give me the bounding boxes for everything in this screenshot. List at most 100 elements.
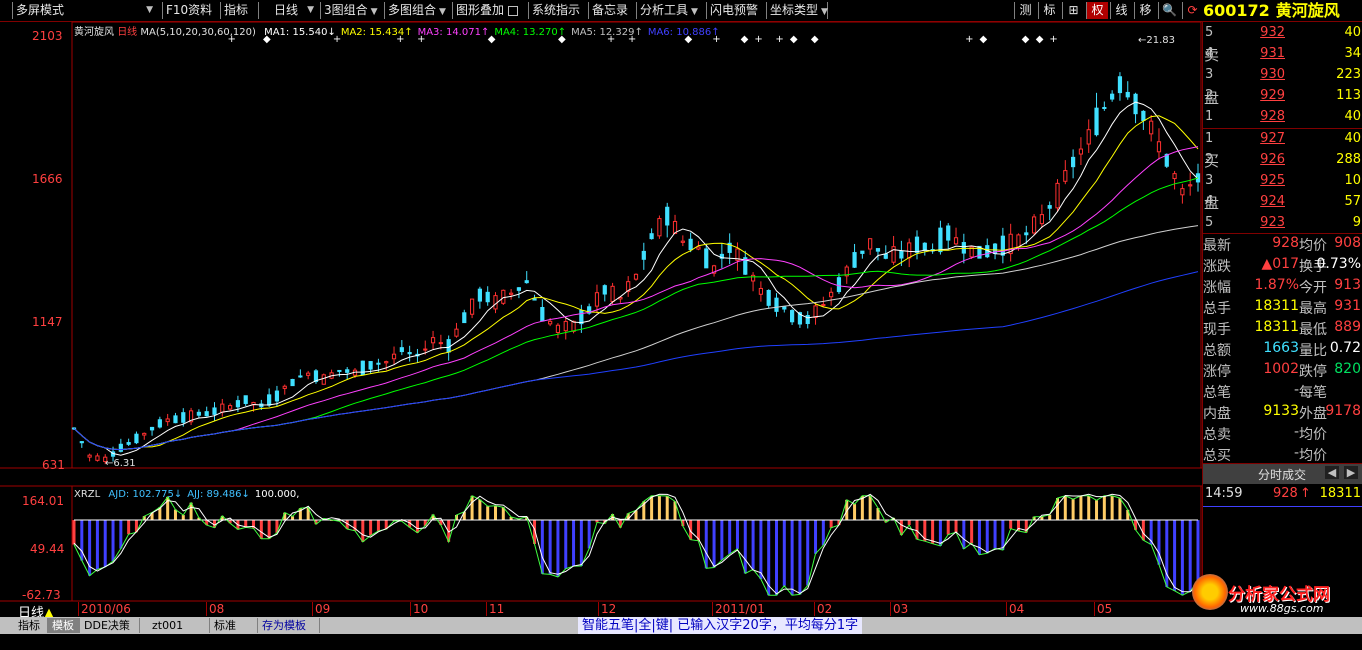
candle-body xyxy=(1172,173,1177,180)
line-button[interactable]: 线 xyxy=(1110,2,1132,19)
order-book-row[interactable]: 2 929 113 xyxy=(1203,86,1362,107)
order-book-row[interactable]: 2 926 288 xyxy=(1203,150,1362,171)
ma-legend-item: MA4: 13.270↑ xyxy=(494,27,567,38)
order-level: 3 xyxy=(1205,67,1214,82)
x-tick-label: 2011/01 xyxy=(712,602,765,616)
toolbar-multichart-combo[interactable]: 多图组合 ▼ xyxy=(384,2,450,19)
toolbar-multiscreen-mode[interactable]: 多屏模式 ▼ xyxy=(12,2,157,19)
toolbar-analysis-tools[interactable]: 分析工具 ▼ xyxy=(636,2,704,19)
stat-value: 913 xyxy=(1334,277,1361,293)
ma-line xyxy=(73,146,1199,451)
candle-body xyxy=(610,285,615,302)
toolbar-f10-button[interactable]: F10资料 xyxy=(162,2,216,19)
order-price: 927 xyxy=(1260,131,1285,146)
kline-chart[interactable]: + ◆ + + + ◆ ◆ + + ◆ + ◆ + + ◆ ◆ + ◆ ◆ ◆ + xyxy=(0,21,1202,621)
toolbar-indicator-button[interactable]: 指标 xyxy=(220,2,254,19)
order-book-row[interactable]: 3 930 223 xyxy=(1203,65,1362,86)
chart-period: 日线 xyxy=(117,27,138,38)
toolbar-memo-button[interactable]: 备忘录 xyxy=(588,2,634,19)
signal-marker: + xyxy=(775,34,783,45)
tab-indicator[interactable]: 指标 xyxy=(14,618,48,633)
candle-body xyxy=(680,240,685,243)
toolbar-label: 闪电预警 xyxy=(710,3,759,17)
toolbar-label: 多图组合 xyxy=(388,3,437,17)
candle-body xyxy=(149,426,155,431)
toolbar-flash-alert[interactable]: 闪电预警 xyxy=(706,2,764,19)
tick-panel-title: 分时成交 xyxy=(1258,468,1307,482)
candle-body xyxy=(774,297,779,312)
order-volume: 223 xyxy=(1336,67,1361,82)
candle-body xyxy=(290,378,295,387)
indicator-bar xyxy=(650,495,654,521)
order-price: 929 xyxy=(1260,88,1285,103)
order-book-row[interactable]: 1 928 40 xyxy=(1203,107,1362,128)
refresh-icon[interactable]: ⟳ xyxy=(1182,2,1202,19)
signal-marker: + xyxy=(754,34,762,45)
candle-body xyxy=(750,274,756,282)
tick-row: 14:59 928 ↑ 18311 xyxy=(1203,486,1362,506)
stat-label: 涨跌 xyxy=(1203,259,1231,275)
tab-zt001[interactable]: zt001 xyxy=(140,618,210,633)
indicator-bar xyxy=(946,520,950,535)
tab-save-template[interactable]: 存为模板 xyxy=(258,618,320,633)
indicator-legend: XRZL AJD: 102.775↓ AJJ: 89.486↓ 100.000, xyxy=(74,489,299,500)
tab-label: DDE决策 xyxy=(84,619,130,632)
high-price-value: 21.83 xyxy=(1146,35,1176,46)
toolbar-period-select[interactable]: 日线 ▼ xyxy=(258,2,318,19)
order-level: 2 xyxy=(1205,152,1214,167)
stat-value: 820 xyxy=(1334,361,1361,377)
indicator-bar xyxy=(1180,520,1184,596)
tab-dde[interactable]: DDE决策 ▼ xyxy=(80,618,140,647)
candle-body xyxy=(1110,93,1115,100)
order-price: 931 xyxy=(1260,46,1285,61)
indicator-lines xyxy=(73,493,1199,596)
candle-body xyxy=(321,374,326,385)
toolbar-3chart-combo[interactable]: 3图组合 ▼ xyxy=(320,2,382,19)
indicator-bar xyxy=(1071,499,1075,521)
order-book-row[interactable]: 4 931 34 xyxy=(1203,44,1362,65)
rights-adjust-button[interactable]: 权 xyxy=(1086,2,1108,19)
toolbar-coordinate-type[interactable]: 坐标类型 ▼ xyxy=(766,2,828,19)
order-book-row[interactable]: 1 927 40 xyxy=(1203,129,1362,150)
indicator-bar xyxy=(751,520,755,570)
indicator-bar xyxy=(95,520,99,570)
candle-body xyxy=(368,361,373,370)
measure-button[interactable]: 测 xyxy=(1014,2,1036,19)
candle-body xyxy=(1086,129,1091,145)
indicator-bar xyxy=(720,520,724,561)
mark-button[interactable]: 标 xyxy=(1038,2,1060,19)
order-level: 2 xyxy=(1205,88,1214,103)
order-book-row[interactable]: 3 925 10 xyxy=(1203,171,1362,192)
indicator-bar xyxy=(735,520,739,549)
candle-body xyxy=(899,250,904,259)
candle-body xyxy=(282,385,287,389)
toolbar-system-indicator[interactable]: 系统指示 xyxy=(528,2,586,19)
x-tick-label: 12 xyxy=(598,602,616,616)
indicator-bar xyxy=(829,520,833,528)
toolbar-overlay-button[interactable]: 图形叠加 xyxy=(452,2,526,19)
order-level: 5 xyxy=(1205,215,1214,230)
order-book-row[interactable]: 4 924 57 xyxy=(1203,192,1362,213)
candle-body xyxy=(563,320,568,332)
ime-status-text: 智能五笔|全|键| 已输入汉字20字，平均每分1字 xyxy=(582,618,859,633)
tick-volume: 18311 xyxy=(1319,486,1361,501)
indicator-bar xyxy=(415,520,419,533)
indicator-bar xyxy=(470,495,474,521)
tick-panel-header[interactable]: 分时成交 ◀ ▶ xyxy=(1203,463,1362,484)
move-button[interactable]: 移 xyxy=(1134,2,1156,19)
candle-body xyxy=(1039,214,1044,225)
y-tick-top: 2103 xyxy=(32,29,63,43)
tab-standard[interactable]: 标准 xyxy=(210,618,258,633)
candle-body xyxy=(1031,216,1037,234)
next-arrow-icon[interactable]: ▶ xyxy=(1344,466,1358,479)
order-book-row[interactable]: 5 932 40 xyxy=(1203,23,1362,44)
tab-label: zt001 xyxy=(152,619,184,632)
prev-arrow-icon[interactable]: ◀ xyxy=(1325,466,1339,479)
magnifier-icon[interactable]: 🔍 xyxy=(1158,2,1180,19)
x-tick-label: 10 xyxy=(410,602,428,616)
grid-layout-button[interactable]: ⊞ xyxy=(1062,2,1084,19)
tab-template[interactable]: 模板 xyxy=(48,618,80,633)
order-book-row[interactable]: 5 923 9 xyxy=(1203,213,1362,234)
indicator-bar xyxy=(267,520,271,539)
signal-marker: ◆ xyxy=(741,34,749,45)
